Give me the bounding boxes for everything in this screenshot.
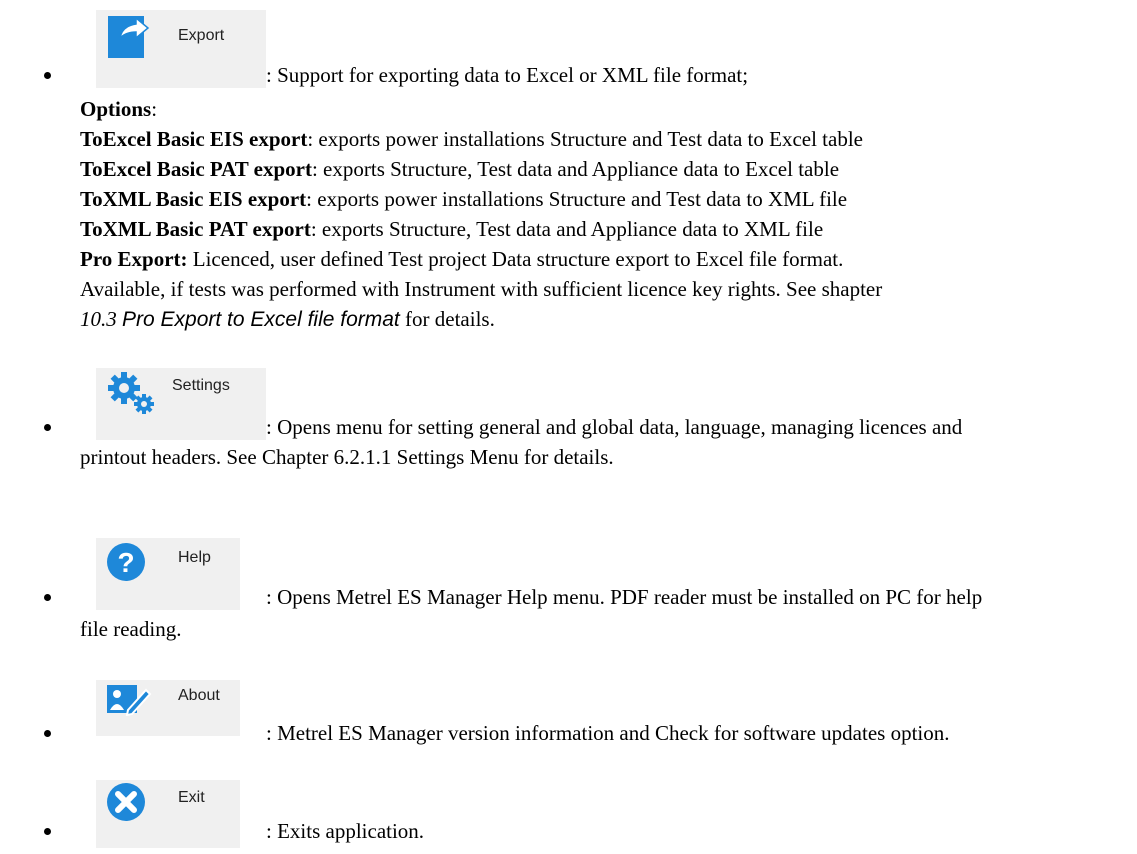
option-name: ToExcel Basic PAT export <box>80 157 312 181</box>
help-description-cont: file reading. <box>80 617 182 641</box>
bullet <box>44 828 51 835</box>
help-description: : Opens Metrel ES Manager Help menu. PDF… <box>266 585 983 609</box>
option-row: ToXML Basic EIS export: exports power in… <box>80 184 847 214</box>
exit-description: : Exits application. <box>266 819 425 843</box>
about-button[interactable]: About <box>96 680 240 736</box>
settings-description-cont: printout headers. See Chapter 6.2.1.1 Se… <box>80 445 614 469</box>
pro-export-line2: Available, if tests was performed with I… <box>80 277 883 301</box>
option-text: : exports power installations Structure … <box>306 187 848 211</box>
about-icon <box>106 684 152 727</box>
bullet <box>44 730 51 737</box>
bullet <box>44 72 51 79</box>
about-description: : Metrel ES Manager version information … <box>266 721 950 745</box>
svg-text:?: ? <box>117 547 134 578</box>
help-icon: ? <box>106 542 146 593</box>
settings-icon <box>106 370 158 429</box>
exit-button-label: Exit <box>178 789 205 806</box>
chapter-ref-link[interactable]: Pro Export to Excel file format <box>122 308 400 331</box>
option-row: ToExcel Basic EIS export: exports power … <box>80 124 863 154</box>
option-row: ToExcel Basic PAT export: exports Struct… <box>80 154 839 184</box>
help-button-label: Help <box>178 549 211 566</box>
option-name: ToExcel Basic EIS export <box>80 127 308 151</box>
options-heading: Options: <box>80 97 158 121</box>
help-button[interactable]: ? Help <box>96 538 240 610</box>
settings-button[interactable]: Settings <box>96 368 266 440</box>
chapter-ref-number: 10.3 <box>80 307 122 331</box>
pro-export-line3: 10.3 Pro Export to Excel file format for… <box>80 307 495 331</box>
option-text: : exports Structure, Test data and Appli… <box>311 157 840 181</box>
exit-button[interactable]: Exit <box>96 780 240 848</box>
export-button[interactable]: Export <box>96 10 266 88</box>
settings-description: : Opens menu for setting general and glo… <box>266 415 963 439</box>
pro-export-name: Pro Export: <box>80 247 188 271</box>
about-button-label: About <box>178 687 220 704</box>
option-text: : exports power installations Structure … <box>307 127 863 151</box>
bullet <box>44 424 51 431</box>
bullet <box>44 594 51 601</box>
option-row: ToXML Basic PAT export: exports Structur… <box>80 214 823 244</box>
options-heading-label: Options <box>80 97 152 121</box>
export-button-label: Export <box>178 27 225 44</box>
option-text: : exports Structure, Test data and Appli… <box>310 217 824 241</box>
exit-icon <box>106 782 146 833</box>
pro-export-line1: Pro Export: Licenced, user defined Test … <box>80 247 844 271</box>
option-name: ToXML Basic EIS export <box>80 187 307 211</box>
settings-button-label: Settings <box>172 377 230 394</box>
export-icon <box>106 12 154 73</box>
option-name: ToXML Basic PAT export <box>80 217 311 241</box>
export-description: : Support for exporting data to Excel or… <box>266 63 749 87</box>
